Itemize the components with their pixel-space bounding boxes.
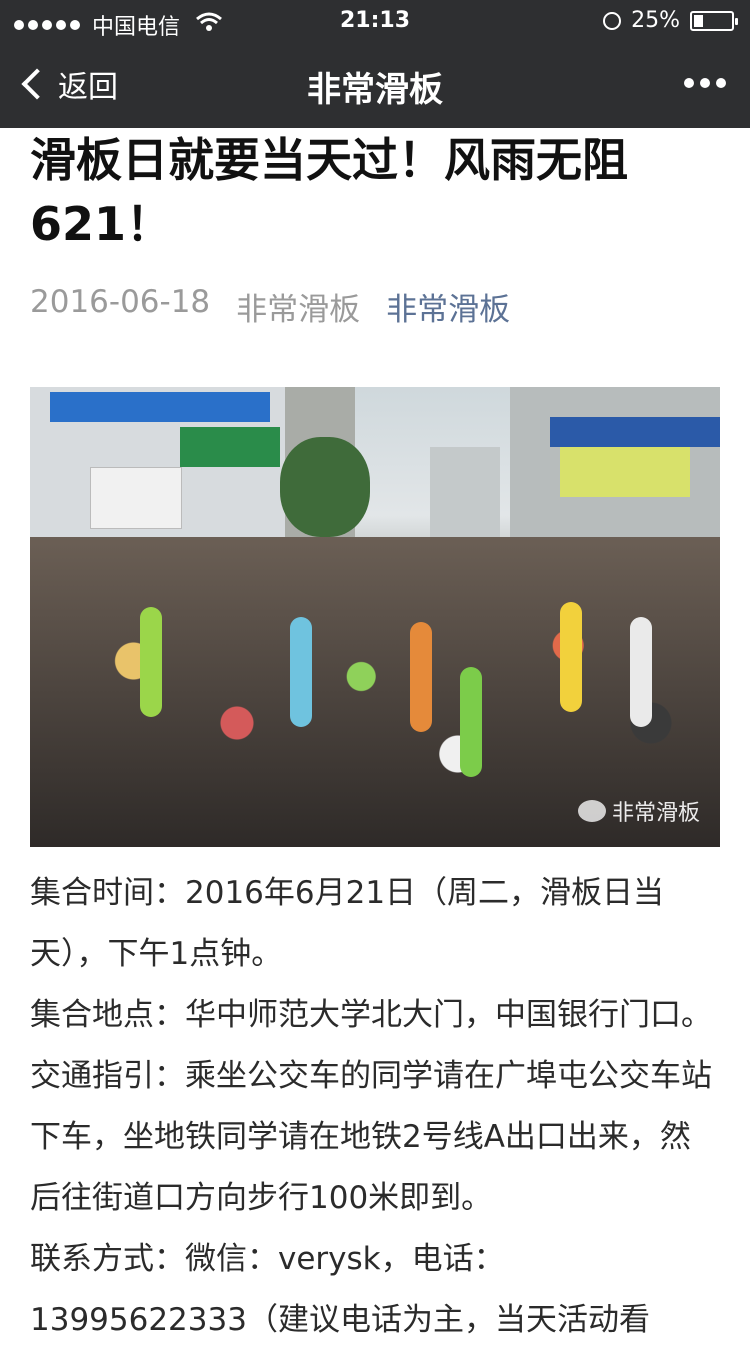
article-date: 2016-06-18 (30, 284, 211, 320)
alarm-icon (603, 11, 622, 30)
battery-icon (690, 10, 738, 31)
article-body: 集合时间：2016年6月21日（周二，滑板日当天），下午1点钟。 集合地点：华中… (30, 863, 720, 1351)
paragraph-directions: 交通指引：乘坐公交车的同学请在广埠屯公交车站下车，坐地铁同学请在地铁2号线A出口… (30, 1058, 712, 1216)
skateboard (140, 607, 162, 717)
more-dot-icon (716, 78, 726, 88)
watermark-text: 非常滑板 (611, 801, 700, 826)
nav-bar: 返回 非常滑板 (0, 40, 750, 128)
article-title: 滑板日就要当天过！风雨无阻621！ (30, 133, 628, 251)
paragraph-meeting-time: 集合时间：2016年6月21日（周二，滑板日当天），下午1点钟。 (30, 875, 665, 972)
status-right: 25% (603, 8, 738, 33)
battery-fill (694, 14, 703, 27)
skateboard (630, 617, 652, 727)
image-watermark: 非常滑板 (577, 795, 700, 827)
article-author: 非常滑板 (236, 292, 361, 328)
skateboard (460, 667, 482, 777)
status-bar: 中国电信 21:13 25% (0, 0, 750, 40)
paragraph-contact: 联系方式：微信：verysk，电话：13995622333（建议电话为主，当天活… (30, 1241, 650, 1338)
paragraph-meeting-place: 集合地点：华中师范大学北大门，中国银行门口。 (30, 997, 712, 1033)
account-link[interactable]: 非常滑板 (386, 284, 510, 329)
article-meta: 2016-06-18 非常滑板 非常滑板 (30, 284, 720, 329)
article: 滑板日就要当天过！风雨无阻621！ 2016-06-18 非常滑板 非常滑板 非… (30, 128, 720, 1351)
more-dot-icon (684, 78, 694, 88)
skateboard (410, 622, 432, 732)
nav-title: 非常滑板 (307, 70, 443, 110)
wechat-icon (577, 800, 606, 822)
skateboard (290, 617, 312, 727)
photo-building (430, 447, 500, 537)
more-button[interactable] (684, 78, 726, 88)
article-photo[interactable]: 非常滑板 (30, 387, 720, 847)
battery-percent: 25% (631, 8, 680, 33)
skateboard (560, 602, 582, 712)
more-dot-icon (700, 78, 710, 88)
photo-trees (280, 437, 370, 537)
